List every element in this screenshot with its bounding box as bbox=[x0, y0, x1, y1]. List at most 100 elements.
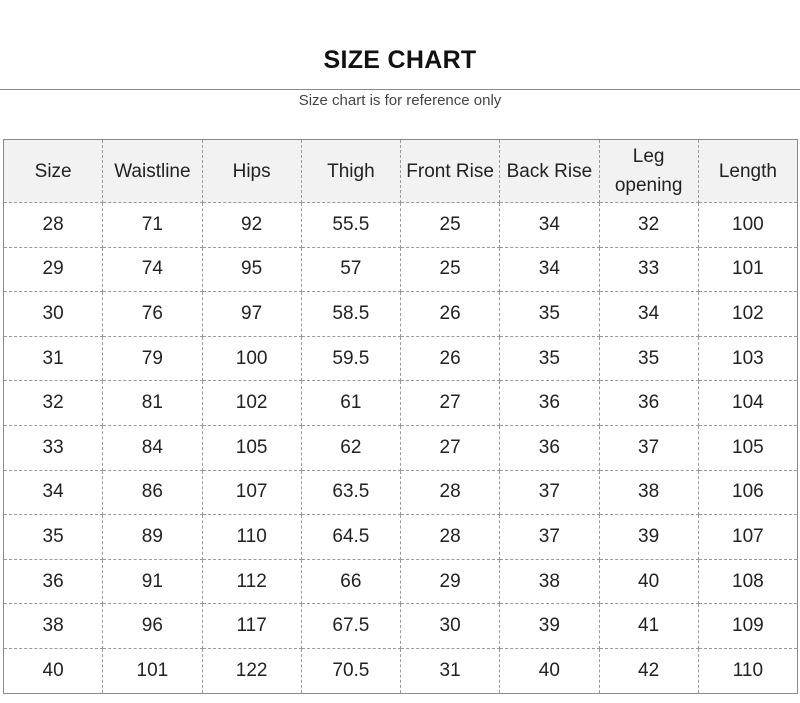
table-cell-leg-opening: 32 bbox=[598, 202, 699, 248]
table-cell-waistline: 84 bbox=[102, 424, 203, 471]
table-cell-length: 109 bbox=[697, 603, 799, 649]
size-chart-table-container: Size Waistline Hips Thigh Front Rise Bac… bbox=[2, 139, 799, 694]
header-size: Size bbox=[2, 139, 104, 203]
table-cell-front-rise: 26 bbox=[399, 335, 501, 382]
table-cell-size: 31 bbox=[2, 335, 104, 382]
table-cell-leg-opening: 42 bbox=[598, 647, 699, 694]
table-cell-hips: 112 bbox=[201, 558, 302, 605]
table-cell-size: 34 bbox=[2, 469, 104, 516]
table-cell-length: 108 bbox=[697, 558, 799, 605]
table-cell-front-rise: 31 bbox=[399, 647, 501, 694]
table-cell-waistline: 91 bbox=[102, 558, 203, 605]
table-cell-leg-opening: 39 bbox=[598, 514, 699, 560]
table-cell-size: 32 bbox=[2, 380, 104, 426]
table-cell-length: 103 bbox=[697, 335, 799, 382]
table-cell-waistline: 71 bbox=[102, 202, 203, 248]
table-row: 32 81 102 61 27 36 36 104 bbox=[2, 380, 799, 426]
page-title: SIZE CHART bbox=[323, 46, 477, 74]
table-header-row: Size Waistline Hips Thigh Front Rise Bac… bbox=[2, 139, 799, 203]
table-cell-waistline: 89 bbox=[102, 514, 203, 560]
table-cell-front-rise: 30 bbox=[399, 603, 501, 649]
table-cell-hips: 102 bbox=[201, 380, 302, 426]
table-cell-waistline: 86 bbox=[102, 469, 203, 516]
table-cell-waistline: 79 bbox=[102, 335, 203, 382]
table-row: 36 91 112 66 29 38 40 108 bbox=[2, 558, 799, 605]
table-cell-thigh: 64.5 bbox=[300, 514, 402, 560]
table-cell-front-rise: 29 bbox=[399, 558, 501, 605]
table-cell-size: 40 bbox=[2, 647, 104, 694]
table-cell-hips: 107 bbox=[201, 469, 302, 516]
table-row: 29 74 95 57 25 34 33 101 bbox=[2, 246, 799, 293]
table-cell-size: 28 bbox=[2, 202, 104, 248]
table-cell-back-rise: 36 bbox=[499, 424, 600, 471]
table-cell-back-rise: 40 bbox=[499, 647, 600, 694]
table-cell-length: 105 bbox=[697, 424, 799, 471]
table-cell-length: 107 bbox=[697, 514, 799, 560]
table-cell-back-rise: 36 bbox=[499, 380, 600, 426]
table-cell-back-rise: 39 bbox=[499, 603, 600, 649]
table-cell-hips: 122 bbox=[201, 647, 302, 694]
size-chart-table: Size Waistline Hips Thigh Front Rise Bac… bbox=[2, 139, 799, 694]
table-cell-front-rise: 25 bbox=[399, 202, 501, 248]
header-front-rise: Front Rise bbox=[399, 139, 501, 203]
title-divider bbox=[0, 89, 800, 90]
table-row: 31 79 100 59.5 26 35 35 103 bbox=[2, 335, 799, 382]
header-length: Length bbox=[697, 139, 799, 203]
table-cell-size: 36 bbox=[2, 558, 104, 605]
table-row: 40 101 122 70.5 31 40 42 110 bbox=[2, 647, 799, 694]
table-cell-thigh: 55.5 bbox=[300, 202, 402, 248]
table-cell-front-rise: 27 bbox=[399, 424, 501, 471]
table-cell-back-rise: 34 bbox=[499, 246, 600, 293]
table-cell-size: 30 bbox=[2, 291, 104, 337]
table-row: 38 96 117 67.5 30 39 41 109 bbox=[2, 603, 799, 649]
table-row: 28 71 92 55.5 25 34 32 100 bbox=[2, 202, 799, 248]
table-cell-size: 38 bbox=[2, 603, 104, 649]
table-cell-leg-opening: 40 bbox=[598, 558, 699, 605]
table-cell-thigh: 63.5 bbox=[300, 469, 402, 516]
table-cell-hips: 95 bbox=[201, 246, 302, 293]
table-body: 28 71 92 55.5 25 34 32 100 29 74 95 57 25 34 33 101 30 76… bbox=[2, 202, 799, 694]
table-cell-thigh: 59.5 bbox=[300, 335, 402, 382]
table-cell-thigh: 61 bbox=[300, 380, 402, 426]
table-cell-thigh: 62 bbox=[300, 424, 402, 471]
table-cell-front-rise: 25 bbox=[399, 246, 501, 293]
table-cell-leg-opening: 41 bbox=[598, 603, 699, 649]
table-cell-thigh: 66 bbox=[300, 558, 402, 605]
table-row: 30 76 97 58.5 26 35 34 102 bbox=[2, 291, 799, 337]
table-cell-front-rise: 28 bbox=[399, 469, 501, 516]
table-cell-waistline: 96 bbox=[102, 603, 203, 649]
table-cell-waistline: 74 bbox=[102, 246, 203, 293]
table-cell-back-rise: 34 bbox=[499, 202, 600, 248]
header-waistline: Waistline bbox=[102, 139, 203, 203]
table-cell-back-rise: 35 bbox=[499, 335, 600, 382]
table-cell-thigh: 67.5 bbox=[300, 603, 402, 649]
table-cell-hips: 117 bbox=[201, 603, 302, 649]
table-cell-leg-opening: 35 bbox=[598, 335, 699, 382]
table-cell-leg-opening: 33 bbox=[598, 246, 699, 293]
table-cell-back-rise: 37 bbox=[499, 514, 600, 560]
table-cell-waistline: 101 bbox=[102, 647, 203, 694]
table-cell-size: 29 bbox=[2, 246, 104, 293]
header-thigh: Thigh bbox=[300, 139, 402, 203]
table-cell-length: 100 bbox=[697, 202, 799, 248]
table-row: 34 86 107 63.5 28 37 38 106 bbox=[2, 469, 799, 516]
header-leg-opening: Leg opening bbox=[598, 139, 699, 203]
table-cell-leg-opening: 37 bbox=[598, 424, 699, 471]
table-cell-thigh: 70.5 bbox=[300, 647, 402, 694]
table-cell-hips: 110 bbox=[201, 514, 302, 560]
table-cell-front-rise: 26 bbox=[399, 291, 501, 337]
table-cell-size: 33 bbox=[2, 424, 104, 471]
table-cell-back-rise: 35 bbox=[499, 291, 600, 337]
table-cell-thigh: 58.5 bbox=[300, 291, 402, 337]
table-cell-leg-opening: 36 bbox=[598, 380, 699, 426]
header-back-rise: Back Rise bbox=[499, 139, 600, 203]
table-cell-length: 102 bbox=[697, 291, 799, 337]
header-hips: Hips bbox=[201, 139, 302, 203]
table-cell-hips: 105 bbox=[201, 424, 302, 471]
table-row: 35 89 110 64.5 28 37 39 107 bbox=[2, 514, 799, 560]
table-cell-length: 104 bbox=[697, 380, 799, 426]
table-cell-hips: 92 bbox=[201, 202, 302, 248]
table-cell-front-rise: 28 bbox=[399, 514, 501, 560]
table-cell-waistline: 81 bbox=[102, 380, 203, 426]
table-cell-leg-opening: 38 bbox=[598, 469, 699, 516]
